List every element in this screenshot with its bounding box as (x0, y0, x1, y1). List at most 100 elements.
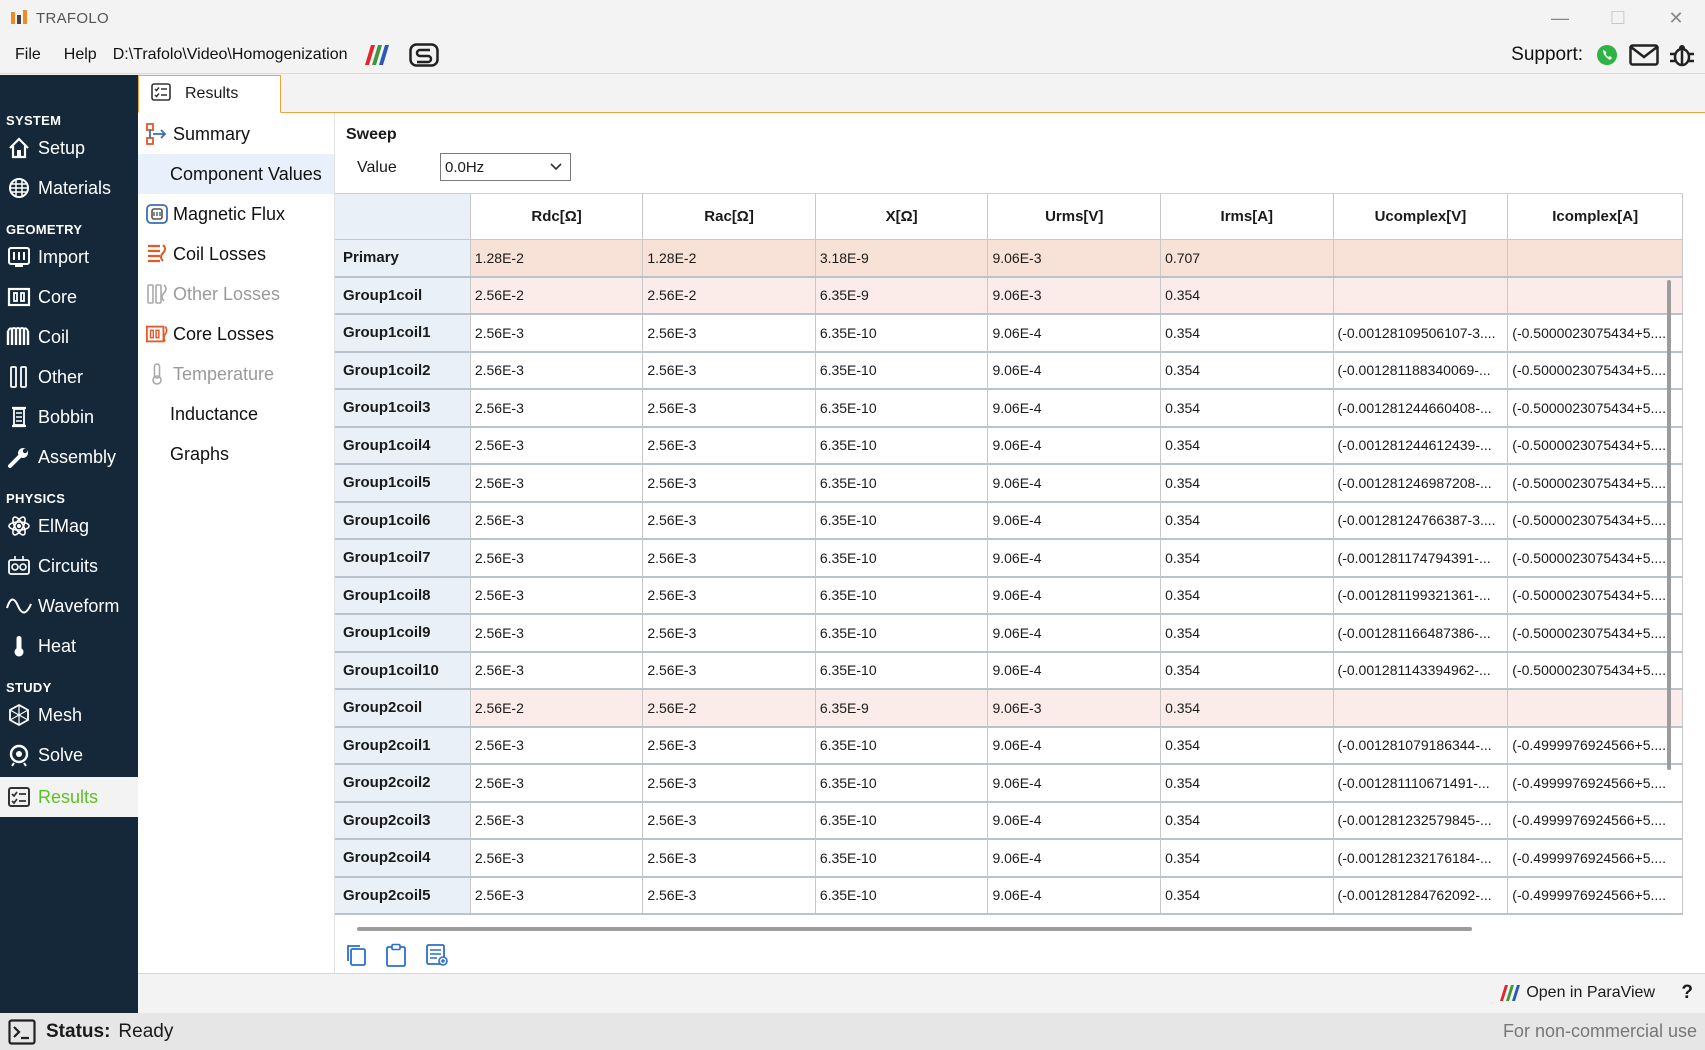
table-cell[interactable]: 2.56E-3 (470, 614, 644, 653)
terminal-icon[interactable] (8, 1018, 36, 1045)
table-cell[interactable]: 9.06E-4 (987, 726, 1162, 765)
subnav-core-losses[interactable]: Core Losses (138, 314, 334, 354)
table-cell[interactable]: (-0.001281244612439-... (1333, 426, 1509, 465)
table-cell[interactable]: 6.35E-10 (815, 801, 989, 840)
table-cell[interactable]: 2.56E-3 (642, 351, 816, 390)
table-cell[interactable] (1333, 689, 1509, 728)
table-cell[interactable]: 0.354 (1160, 651, 1334, 690)
subnav-magnetic-flux[interactable]: Magnetic Flux (138, 194, 334, 234)
table-cell[interactable]: 6.35E-9 (815, 276, 989, 315)
table-cell[interactable]: 2.56E-3 (470, 651, 644, 690)
table-cell[interactable]: 6.35E-10 (815, 351, 989, 390)
nav-item-circuits[interactable]: Circuits (0, 546, 138, 586)
table-cell[interactable]: (-0.4999976924566+5.... (1507, 764, 1683, 803)
help-button[interactable]: ? (1681, 982, 1693, 1004)
table-cell[interactable]: 9.06E-4 (987, 539, 1162, 578)
table-cell[interactable]: (-0.001281284762092-... (1333, 876, 1509, 915)
table-cell[interactable]: (-0.001281232176184-... (1333, 839, 1509, 878)
table-cell[interactable]: 0.354 (1160, 501, 1334, 540)
mail-icon[interactable] (1629, 44, 1659, 66)
table-row[interactable]: Group1coil 2.56E-2 2.56E-2 6.35E-9 9.06E-3 0.… (335, 276, 1683, 315)
nav-item-import[interactable]: Import (0, 237, 138, 277)
nav-item-mesh[interactable]: Mesh (0, 695, 138, 735)
row-header[interactable]: Group1coil1 (335, 314, 471, 353)
table-cell[interactable]: (-0.001281246987208-... (1333, 464, 1509, 503)
table-cell[interactable]: 9.06E-4 (987, 801, 1162, 840)
column-header[interactable]: Rac[Ω] (642, 194, 816, 240)
table-cell[interactable]: (-0.001281188340069-... (1333, 351, 1509, 390)
table-cell[interactable]: 2.56E-3 (470, 839, 644, 878)
open-in-paraview-button[interactable]: Open in ParaView (1498, 984, 1655, 1002)
row-header[interactable]: Group1coil8 (335, 576, 471, 615)
table-cell[interactable]: 9.06E-4 (987, 389, 1162, 428)
table-cell[interactable]: (-0.5000023075434+5.... (1507, 539, 1683, 578)
table-cell[interactable]: 1.28E-2 (642, 239, 816, 278)
table-cell[interactable]: (-0.001281174794391-... (1333, 539, 1509, 578)
nav-item-other[interactable]: Other (0, 357, 138, 397)
table-cell[interactable]: 2.56E-3 (642, 651, 816, 690)
export-table-icon[interactable] (425, 943, 449, 967)
table-cell[interactable]: 9.06E-3 (987, 689, 1162, 728)
table-cell[interactable]: (-0.5000023075434+5.... (1507, 314, 1683, 353)
table-cell[interactable]: 6.35E-10 (815, 576, 989, 615)
row-header[interactable]: Group1coil5 (335, 464, 471, 503)
nav-item-assembly[interactable]: Assembly (0, 437, 138, 477)
table-row[interactable]: Group1coil2 2.56E-3 2.56E-3 6.35E-10 9.06E-4… (335, 351, 1683, 390)
table-cell[interactable]: 2.56E-3 (470, 389, 644, 428)
table-cell[interactable]: (-0.4999976924566+5.... (1507, 839, 1683, 878)
subnav-summary[interactable]: Summary (138, 114, 334, 154)
table-cell[interactable]: (-0.001281232579845-... (1333, 801, 1509, 840)
nav-item-bobbin[interactable]: Bobbin (0, 397, 138, 437)
table-cell[interactable]: 2.56E-3 (642, 801, 816, 840)
table-cell[interactable]: 2.56E-3 (642, 314, 816, 353)
table-cell[interactable]: (-0.001281079186344-... (1333, 726, 1509, 765)
table-cell[interactable]: 2.56E-3 (642, 576, 816, 615)
table-cell[interactable]: (-0.5000023075434+5.... (1507, 576, 1683, 615)
table-cell[interactable]: 0.354 (1160, 576, 1334, 615)
table-cell[interactable]: 0.354 (1160, 389, 1334, 428)
table-cell[interactable]: 3.18E-9 (815, 239, 989, 278)
table-cell[interactable]: 0.354 (1160, 764, 1334, 803)
table-cell[interactable]: 0.354 (1160, 689, 1334, 728)
table-cell[interactable]: 2.56E-3 (470, 801, 644, 840)
table-cell[interactable]: 6.35E-10 (815, 501, 989, 540)
table-cell[interactable]: (-0.5000023075434+5.... (1507, 464, 1683, 503)
bug-icon[interactable] (1669, 42, 1695, 68)
row-header[interactable]: Group1coil10 (335, 651, 471, 690)
table-cell[interactable]: 6.35E-10 (815, 539, 989, 578)
table-cell[interactable]: 6.35E-10 (815, 314, 989, 353)
table-cell[interactable]: (-0.5000023075434+5.... (1507, 614, 1683, 653)
table-row[interactable]: Group1coil9 2.56E-3 2.56E-3 6.35E-10 9.06E-4… (335, 614, 1683, 653)
table-cell[interactable]: (-0.5000023075434+5.... (1507, 426, 1683, 465)
nav-item-setup[interactable]: Setup (0, 128, 138, 168)
table-row[interactable]: Group1coil6 2.56E-3 2.56E-3 6.35E-10 9.06E-4… (335, 501, 1683, 540)
row-header[interactable]: Group1coil3 (335, 389, 471, 428)
table-cell[interactable]: (-0.5000023075434+5.... (1507, 389, 1683, 428)
table-cell[interactable]: 9.06E-4 (987, 576, 1162, 615)
table-cell[interactable]: 2.56E-3 (470, 351, 644, 390)
table-cell[interactable]: 0.354 (1160, 314, 1334, 353)
horizontal-scrollbar[interactable] (357, 927, 1472, 931)
column-header[interactable]: Ucomplex[V] (1333, 194, 1509, 240)
component-values-table[interactable]: Rdc[Ω] Rac[Ω] X[Ω] Urms[V] Irms[A] Ucomplex[V… (335, 193, 1683, 933)
table-cell[interactable]: 9.06E-4 (987, 314, 1162, 353)
table-cell[interactable]: (-0.4999976924566+5.... (1507, 801, 1683, 840)
table-cell[interactable]: 2.56E-2 (470, 689, 644, 728)
table-cell[interactable]: 2.56E-3 (642, 501, 816, 540)
subnav-other-losses[interactable]: Other Losses (138, 274, 334, 314)
table-row[interactable]: Group1coil8 2.56E-3 2.56E-3 6.35E-10 9.06E-4… (335, 576, 1683, 615)
table-row[interactable]: Group2coil5 2.56E-3 2.56E-3 6.35E-10 9.06E-4… (335, 876, 1683, 915)
table-cell[interactable] (1507, 276, 1683, 315)
subnav-graphs[interactable]: Graphs (138, 434, 334, 474)
table-cell[interactable]: 9.06E-4 (987, 501, 1162, 540)
row-header[interactable]: Group2coil1 (335, 726, 471, 765)
table-cell[interactable]: 2.56E-3 (642, 839, 816, 878)
table-row[interactable]: Group2coil4 2.56E-3 2.56E-3 6.35E-10 9.06E-4… (335, 839, 1683, 878)
nav-item-solve[interactable]: Solve (0, 735, 138, 775)
column-header[interactable]: Rdc[Ω] (470, 194, 644, 240)
table-cell[interactable]: 2.56E-3 (642, 876, 816, 915)
table-cell[interactable]: (-0.5000023075434+5.... (1507, 651, 1683, 690)
table-cell[interactable]: 2.56E-3 (642, 464, 816, 503)
table-cell[interactable]: (-0.00128124766387-3.... (1333, 501, 1509, 540)
table-cell[interactable]: 2.56E-2 (642, 689, 816, 728)
